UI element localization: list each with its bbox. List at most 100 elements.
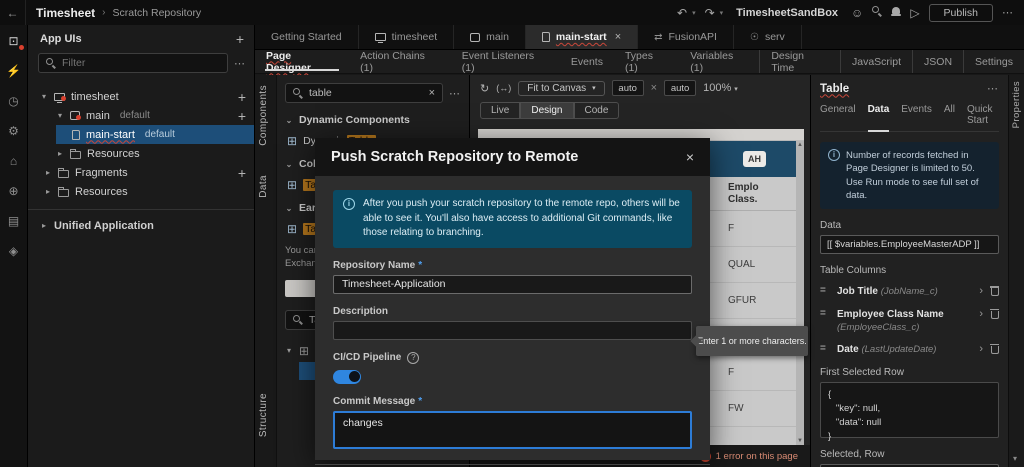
components-overflow-icon[interactable]: ⋯ [449, 87, 461, 100]
tab-action-chains[interactable]: Action Chains (1) [349, 50, 451, 73]
actions-icon[interactable]: ⚡ [6, 63, 22, 79]
properties-overflow-icon[interactable]: ⋯ [987, 82, 999, 95]
canvas-height-input[interactable] [664, 80, 696, 96]
tree-item-resources-inner[interactable]: ▸ Resources [28, 144, 254, 163]
tab-data[interactable]: Data [258, 175, 269, 198]
delete-column-icon[interactable] [990, 285, 999, 296]
caret-down-icon[interactable]: ▾ [56, 111, 64, 120]
delete-column-icon[interactable] [990, 343, 999, 354]
caret-right-icon[interactable]: ▸ [40, 221, 48, 230]
tab-properties[interactable]: Properties [1011, 81, 1022, 128]
caret-right-icon[interactable]: ▸ [56, 149, 64, 158]
tab-components[interactable]: Components [258, 85, 269, 146]
app-uis-icon[interactable]: ⊡ [6, 33, 22, 49]
clear-search-icon[interactable]: × [429, 87, 435, 99]
canvas-width-input[interactable] [612, 80, 644, 96]
resize-mode-icon[interactable]: (↔) [496, 83, 511, 93]
feedback-icon[interactable]: ☺ [851, 6, 863, 20]
tab-events[interactable]: Events [901, 104, 932, 126]
run-icon[interactable]: ▷ [910, 6, 919, 20]
settings-icon[interactable]: ◈ [6, 243, 22, 259]
drag-handle-icon[interactable]: = [820, 285, 830, 296]
tree-item-main-start[interactable]: main-start default [56, 125, 254, 144]
tree-item-fragments[interactable]: ▸ Fragments + [28, 163, 254, 182]
redo-icon[interactable]: ↷ [705, 6, 715, 20]
zoom-select[interactable]: 100% ▾ [703, 82, 738, 94]
tree-item-main[interactable]: ▾ main default + [28, 106, 254, 125]
sandbox-label[interactable]: TimesheetSandBox [736, 7, 838, 19]
tab-fusionapi[interactable]: ⇄FusionAPI [638, 25, 734, 49]
services-icon[interactable]: ⚙ [6, 123, 22, 139]
search-icon[interactable] [872, 6, 882, 19]
panel-scroll-down-icon[interactable]: ▾ [1013, 454, 1017, 463]
error-status[interactable]: 1 error on this page [716, 451, 798, 462]
tab-all[interactable]: All [944, 104, 955, 126]
source-icon[interactable]: ▤ [6, 213, 22, 229]
tab-timesheet[interactable]: timesheet [359, 25, 455, 49]
tab-types[interactable]: Types (1) [614, 50, 679, 73]
chevron-right-icon[interactable]: › [979, 308, 983, 320]
chevron-right-icon[interactable]: › [979, 285, 983, 297]
caret-right-icon[interactable]: ▸ [44, 187, 52, 196]
description-input[interactable] [333, 321, 692, 340]
components-search-input[interactable] [309, 87, 423, 99]
mode-live[interactable]: Live [480, 102, 520, 119]
history-icon[interactable]: ◷ [6, 93, 22, 109]
fit-to-canvas-select[interactable]: Fit to Canvas▾ [518, 81, 604, 96]
caret-right-icon[interactable]: ▸ [44, 168, 52, 177]
commit-message-input[interactable]: changes [333, 411, 692, 449]
tab-data[interactable]: Data [868, 104, 890, 126]
topbar-overflow-icon[interactable]: ⋯ [1002, 6, 1014, 19]
tab-settings[interactable]: Settings [963, 50, 1024, 73]
refresh-icon[interactable]: ↻ [480, 82, 489, 95]
column-row-employee-class[interactable]: = Employee Class Name (EmployeeClass_c) … [820, 308, 999, 334]
drag-handle-icon[interactable]: = [820, 343, 830, 354]
mode-code[interactable]: Code [574, 102, 620, 119]
add-app-ui-button[interactable]: + [236, 34, 244, 44]
notifications-icon[interactable] [891, 6, 901, 20]
add-flow-button[interactable]: + [238, 92, 246, 102]
tab-getting-started[interactable]: Getting Started [255, 25, 359, 49]
tab-quick-start[interactable]: Quick Start [967, 104, 999, 126]
panel-overflow-icon[interactable]: ⋯ [234, 57, 246, 70]
close-dialog-icon[interactable]: × [686, 149, 694, 165]
caret-down-icon[interactable]: ▾ [40, 92, 48, 101]
data-expression-input[interactable] [820, 235, 999, 254]
layouts-icon[interactable]: ⌂ [6, 153, 22, 169]
scroll-down-icon[interactable]: ▼ [797, 438, 803, 444]
tab-variables[interactable]: Variables (1) [679, 50, 759, 73]
canvas-scrollbar[interactable]: ▲ ▼ [796, 141, 804, 445]
column-row-date[interactable]: = Date (LastUpdateDate) › [820, 343, 999, 356]
chevron-right-icon[interactable]: › [979, 343, 983, 355]
cicd-pipeline-toggle[interactable] [333, 370, 361, 384]
tab-design-time[interactable]: Design Time [759, 50, 840, 73]
tab-javascript[interactable]: JavaScript [840, 50, 912, 73]
avatar[interactable]: AH [743, 151, 766, 167]
mode-design[interactable]: Design [520, 102, 573, 119]
tree-item-resources[interactable]: ▸ Resources [28, 182, 254, 201]
scroll-up-icon[interactable]: ▲ [797, 142, 803, 148]
undo-icon[interactable]: ↶ [677, 6, 687, 20]
column-row-job-title[interactable]: = Job Title (JobName_c) › [820, 285, 999, 298]
drag-handle-icon[interactable]: = [820, 308, 830, 319]
tree-item-unified-application[interactable]: ▸ Unified Application [28, 216, 254, 235]
tab-json[interactable]: JSON [912, 50, 963, 73]
tab-event-listeners[interactable]: Event Listeners (1) [451, 50, 560, 73]
tab-structure[interactable]: Structure [258, 393, 269, 437]
app-uis-filter-input[interactable] [38, 53, 228, 73]
repository-name-input[interactable] [333, 275, 692, 294]
close-tab-icon[interactable]: × [615, 31, 621, 43]
filter-input[interactable] [62, 57, 220, 69]
publish-button[interactable]: Publish [929, 4, 993, 22]
undo-caret-icon[interactable]: ▾ [692, 9, 696, 17]
help-icon[interactable]: ? [407, 352, 419, 364]
section-dynamic-components[interactable]: ⌄Dynamic Components [285, 114, 461, 126]
delete-column-icon[interactable] [990, 308, 999, 319]
add-page-button[interactable]: + [238, 111, 246, 121]
tree-item-timesheet[interactable]: ▾ timesheet + [28, 87, 254, 106]
tab-main[interactable]: main [454, 25, 526, 49]
add-fragment-button[interactable]: + [238, 168, 246, 178]
tab-general[interactable]: General [820, 104, 856, 126]
components-search-box[interactable]: × [285, 83, 443, 103]
redo-caret-icon[interactable]: ▾ [720, 9, 724, 17]
